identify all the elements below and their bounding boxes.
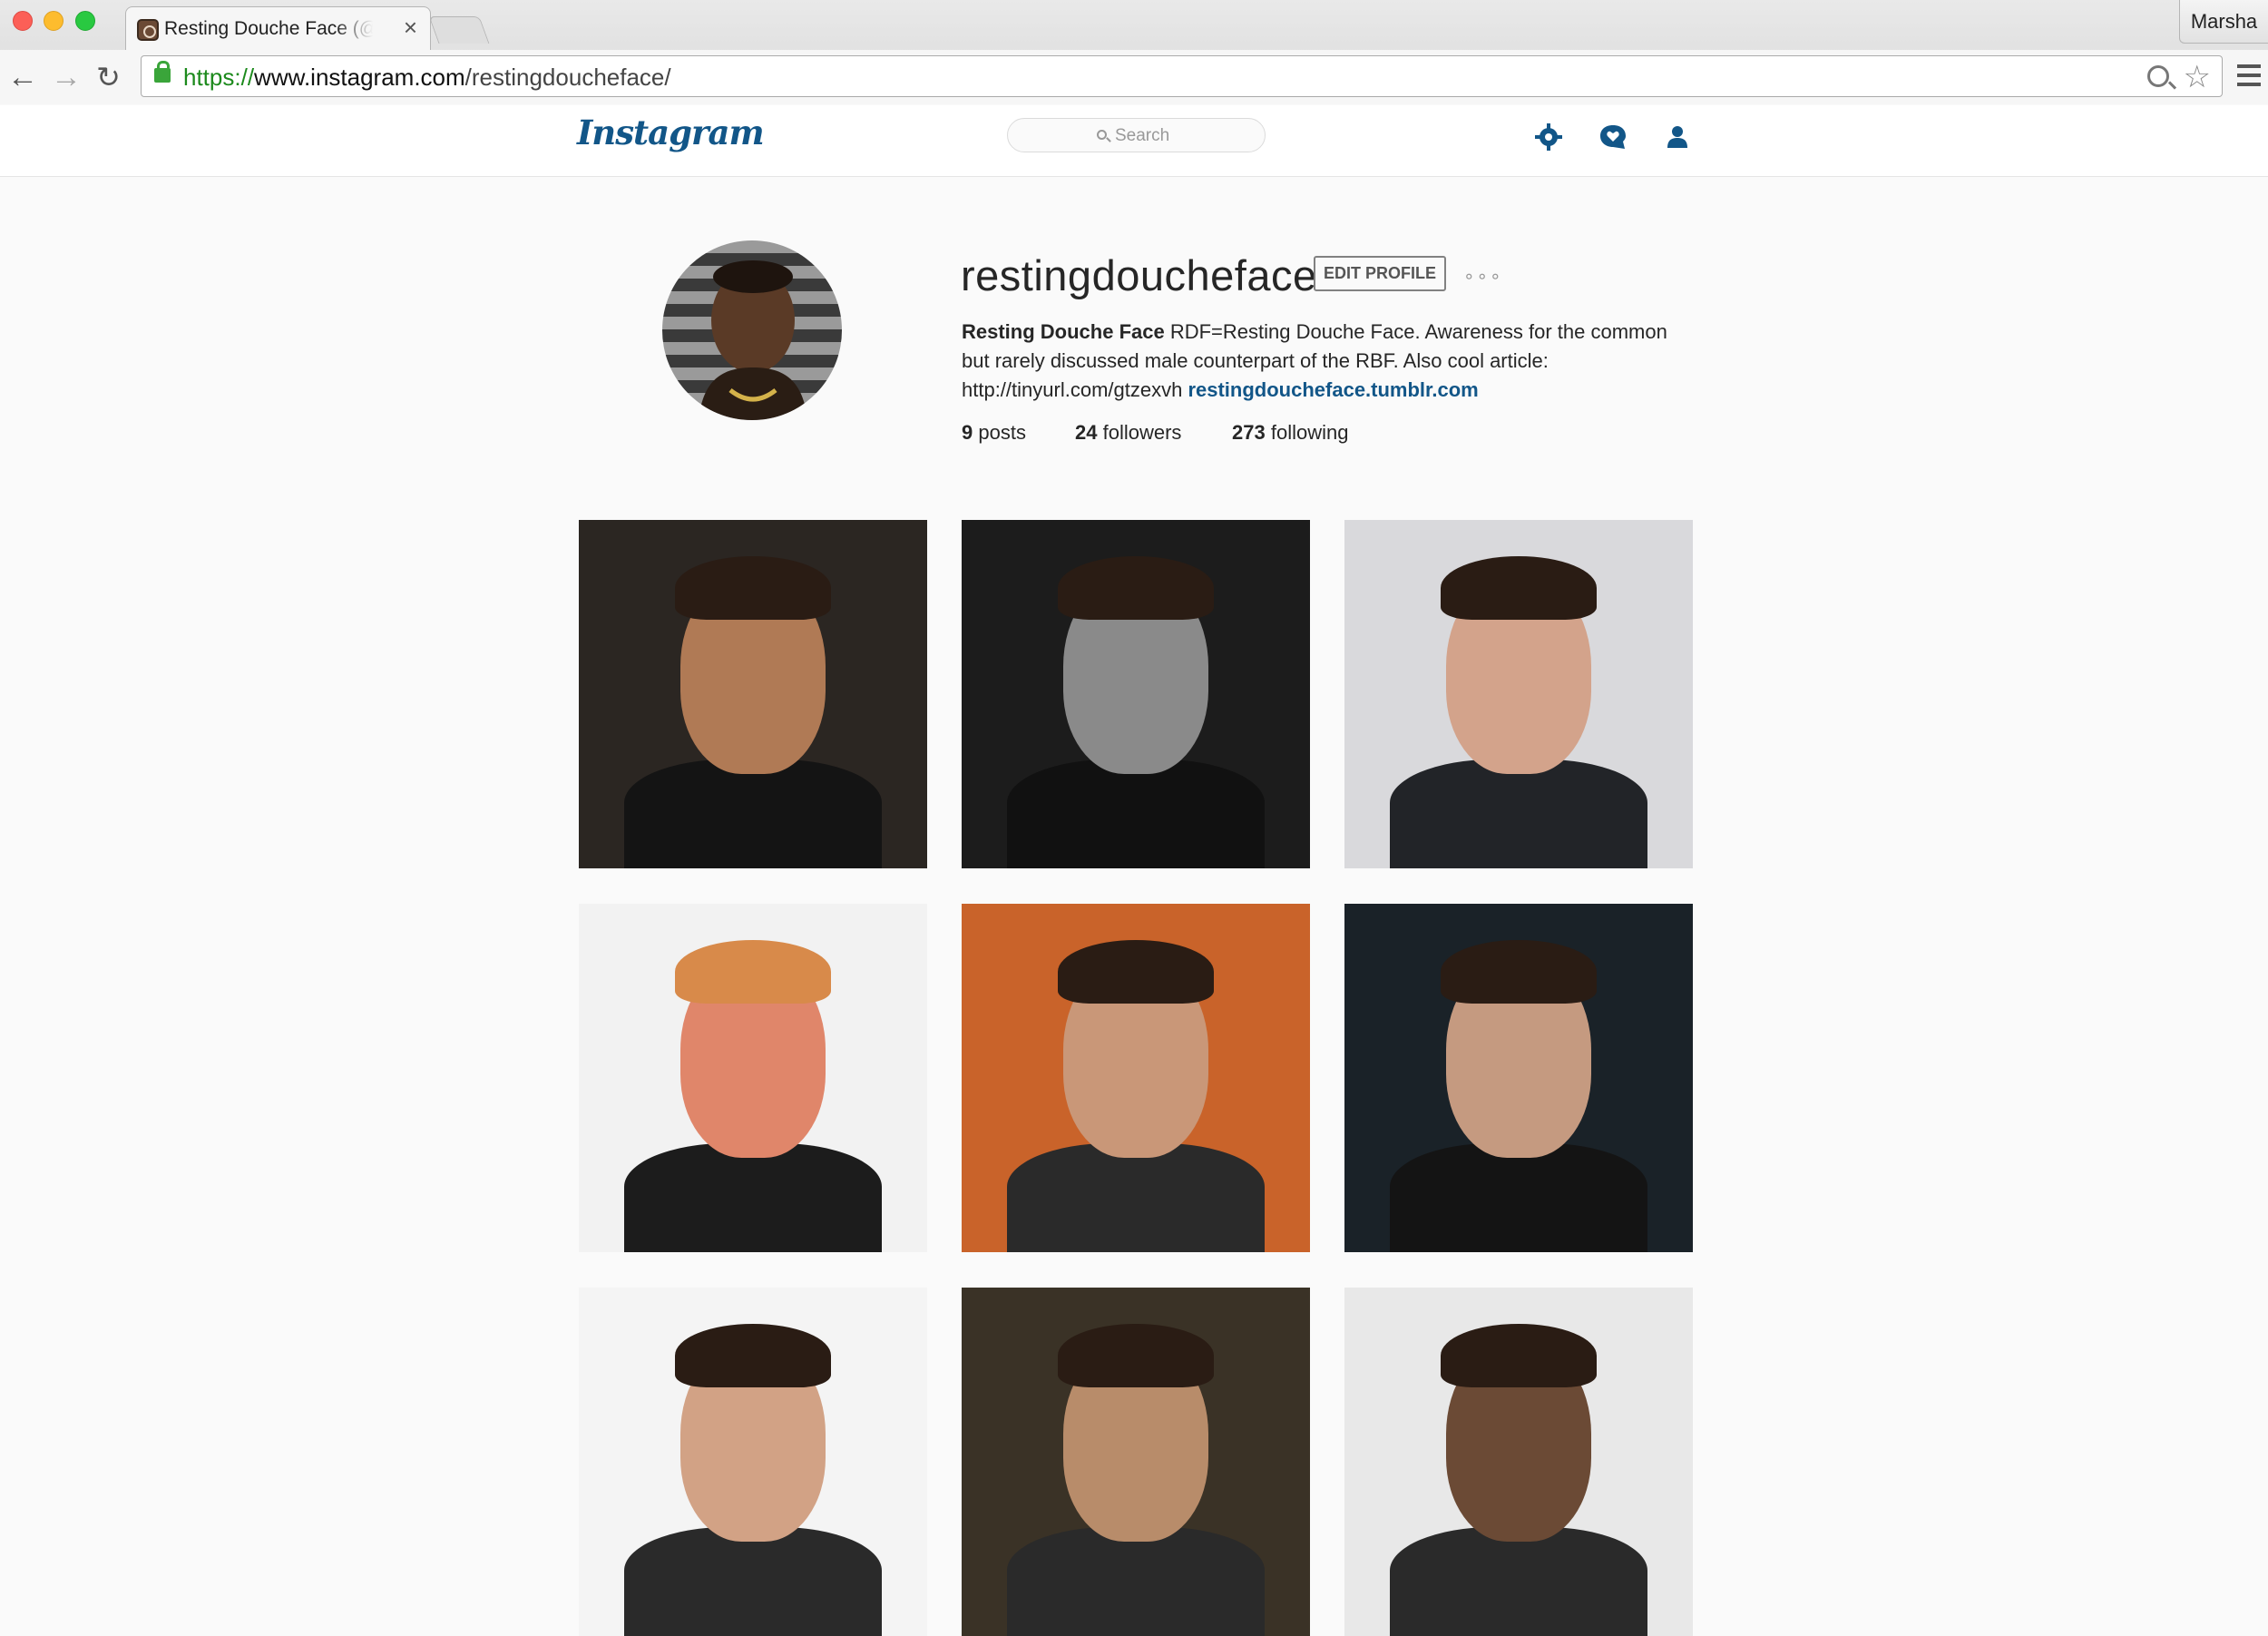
post-photo-hair	[675, 556, 831, 620]
search-placeholder: Search	[1115, 126, 1170, 145]
profile-icon[interactable]	[1662, 122, 1693, 152]
profile-bio: Resting Douche Face RDF=Resting Douche F…	[962, 318, 1687, 405]
post-photo-hair	[675, 1324, 831, 1387]
browser-chrome: Resting Douche Face (@restingdoucheface)…	[0, 0, 2268, 104]
post-photo-hair	[1058, 556, 1214, 620]
post-photo-body	[1007, 1143, 1265, 1252]
instagram-logo[interactable]: Instagram	[577, 113, 765, 152]
explore-icon[interactable]	[1533, 122, 1564, 152]
menu-icon[interactable]	[2237, 64, 2261, 86]
post-thumbnail[interactable]	[962, 1288, 1310, 1636]
post-photo-hair	[1441, 940, 1597, 1004]
post-photo-body	[1007, 759, 1265, 868]
post-photo-hair	[1058, 1324, 1214, 1387]
post-thumbnail[interactable]	[579, 520, 927, 868]
tab-title: Resting Douche Face (@restingdoucheface)	[164, 18, 373, 39]
bio-link[interactable]: restingdoucheface.tumblr.com	[1188, 378, 1478, 401]
tab-close-icon[interactable]: ×	[404, 14, 417, 41]
browser-tab[interactable]: Resting Douche Face (@restingdoucheface)…	[125, 6, 431, 50]
zoom-icon[interactable]	[2147, 65, 2169, 87]
post-thumbnail[interactable]	[962, 520, 1310, 868]
browser-toolbar: ← → ↻ https://www.instagram.com/restingd…	[0, 50, 2268, 104]
post-thumbnail[interactable]	[962, 904, 1310, 1252]
instagram-favicon-icon	[137, 19, 159, 41]
post-thumbnail[interactable]	[579, 1288, 927, 1636]
post-photo-body	[624, 759, 882, 868]
url-text: https://www.instagram.com/restingdouchef…	[183, 64, 671, 91]
search-input[interactable]: Search	[1007, 118, 1266, 152]
edit-profile-button[interactable]: EDIT PROFILE	[1314, 256, 1446, 291]
search-icon	[1097, 130, 1107, 140]
window-close-button[interactable]	[13, 11, 33, 31]
instagram-header: Instagram Search	[0, 105, 2268, 177]
post-photo-hair	[1058, 940, 1214, 1004]
profile-avatar[interactable]	[662, 240, 842, 420]
activity-icon[interactable]	[1598, 122, 1628, 152]
new-tab-button[interactable]	[428, 16, 490, 44]
post-photo-body	[1390, 759, 1647, 868]
window-maximize-button[interactable]	[75, 11, 95, 31]
options-icon[interactable]: ∘∘∘	[1463, 265, 1503, 288]
reload-icon[interactable]: ↻	[96, 59, 121, 95]
post-thumbnail[interactable]	[1344, 520, 1693, 868]
post-photo-body	[624, 1143, 882, 1252]
post-photo-hair	[1441, 556, 1597, 620]
post-photo-body	[624, 1527, 882, 1636]
post-photo-body	[1390, 1143, 1647, 1252]
window-minimize-button[interactable]	[44, 11, 64, 31]
forward-icon[interactable]: →	[51, 59, 82, 95]
back-icon[interactable]: ←	[7, 59, 38, 95]
post-photo-hair	[675, 940, 831, 1004]
bio-full-name: Resting Douche Face	[962, 320, 1165, 343]
post-thumbnail[interactable]	[579, 904, 927, 1252]
post-photo-body	[1007, 1527, 1265, 1636]
stat-following[interactable]: 273 following	[1232, 421, 1348, 445]
profile-username: restingdoucheface	[961, 251, 1317, 299]
stat-followers[interactable]: 24 followers	[1075, 421, 1181, 445]
post-photo-hair	[1441, 1324, 1597, 1387]
lock-icon	[154, 61, 171, 83]
star-icon[interactable]: ☆	[2184, 59, 2211, 95]
post-thumbnail[interactable]	[1344, 1288, 1693, 1636]
post-thumbnail[interactable]	[1344, 904, 1693, 1252]
avatar-photo	[699, 260, 807, 420]
browser-profile-button[interactable]: Marsha	[2179, 0, 2268, 44]
post-photo-body	[1390, 1527, 1647, 1636]
address-bar[interactable]: https://www.instagram.com/restingdouchef…	[141, 55, 2223, 97]
stat-posts: 9 posts	[962, 421, 1026, 444]
